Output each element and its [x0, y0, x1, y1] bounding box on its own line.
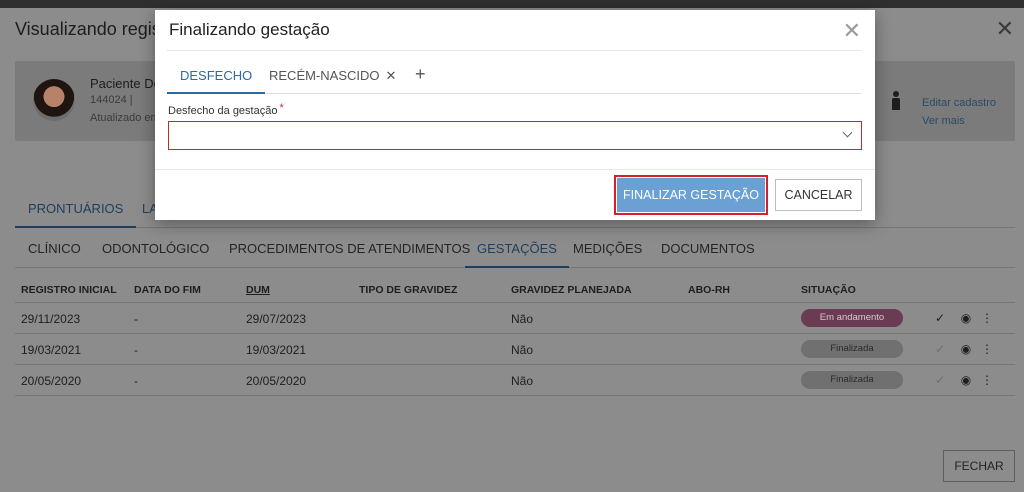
cell-registro-inicial: 19/03/2021: [21, 343, 82, 357]
more-icon[interactable]: ⋮: [980, 373, 994, 387]
cell-gravidez-planejada: Não: [511, 374, 534, 388]
col-abo-rh[interactable]: ABO-RH: [688, 284, 730, 296]
more-icon[interactable]: ⋮: [980, 311, 994, 325]
cell-data-do-fim: -: [134, 312, 138, 326]
desfecho-label: Desfecho da gestação *: [168, 102, 284, 117]
person-icon: [891, 91, 901, 111]
sub-tabs: CLÍNICO ODONTOLÓGICO PROCEDIMENTOS DE AT…: [15, 233, 1015, 268]
avatar: [33, 79, 75, 121]
dialog-close-icon[interactable]: ✕: [843, 20, 861, 42]
cell-registro-inicial: 29/11/2023: [21, 312, 81, 326]
col-gravidez-planejada[interactable]: GRAVIDEZ PLANEJADA: [511, 284, 632, 296]
finish-pregnancy-button[interactable]: FINALIZAR GESTAÇÃO: [617, 178, 765, 212]
tab-prontuarios[interactable]: PRONTUÁRIOS: [15, 193, 137, 228]
status-badge: Finalizada: [801, 371, 903, 389]
tab-procedimentos[interactable]: PROCEDIMENTOS DE ATENDIMENTOS: [217, 233, 482, 268]
row-actions: ✓ ◉ ⋮: [933, 373, 993, 387]
cell-dum: 19/03/2021: [246, 343, 307, 357]
table-row[interactable]: 29/11/2023 - 29/07/2023 Não Em andamento…: [15, 303, 1015, 334]
row-actions: ✓ ◉ ⋮: [933, 342, 993, 356]
row-actions: ✓ ◉ ⋮: [933, 311, 993, 325]
cell-data-do-fim: -: [134, 343, 138, 357]
see-more-link[interactable]: Ver mais: [922, 115, 965, 127]
col-tipo-de-gravidez[interactable]: TIPO DE GRAVIDEZ: [359, 284, 457, 296]
tab-odontologico[interactable]: ODONTOLÓGICO: [90, 233, 221, 268]
cell-gravidez-planejada: Não: [511, 343, 534, 357]
cell-dum: 29/07/2023: [246, 312, 307, 326]
page-close-icon[interactable]: ✕: [996, 18, 1014, 40]
close-button[interactable]: FECHAR: [943, 450, 1015, 482]
table-row[interactable]: 20/05/2020 - 20/05/2020 Não Finalizada ✓…: [15, 365, 1015, 396]
tab-clinico[interactable]: CLÍNICO: [16, 233, 93, 268]
eye-icon[interactable]: ◉: [959, 373, 973, 387]
desfecho-select[interactable]: [168, 121, 862, 150]
check-icon: ✓: [934, 342, 946, 356]
patient-updated: Atualizado em: [90, 112, 160, 124]
divider: [167, 50, 861, 51]
cell-dum: 20/05/2020: [246, 374, 307, 388]
col-data-do-fim[interactable]: DATA DO FIM: [134, 284, 201, 296]
tab-gestacoes[interactable]: GESTAÇÕES: [465, 233, 569, 268]
table-row[interactable]: 19/03/2021 - 19/03/2021 Não Finalizada ✓…: [15, 334, 1015, 365]
eye-icon[interactable]: ◉: [959, 311, 973, 325]
patient-id: 144024 |: [90, 94, 133, 106]
cancel-button[interactable]: CANCELAR: [775, 179, 862, 211]
col-situacao[interactable]: SITUAÇÃO: [801, 284, 856, 296]
cell-gravidez-planejada: Não: [511, 312, 534, 326]
tab-desfecho[interactable]: DESFECHO: [167, 62, 266, 94]
desfecho-label-text: Desfecho da gestação: [168, 105, 278, 117]
col-registro-inicial[interactable]: REGISTRO INICIAL: [21, 284, 117, 296]
col-dum[interactable]: DUM: [246, 284, 270, 296]
tab-documentos[interactable]: DOCUMENTOS: [649, 233, 767, 268]
close-tab-icon[interactable]: ✕: [386, 68, 397, 83]
add-tab-icon[interactable]: +: [415, 64, 426, 85]
chevron-down-icon: [842, 127, 853, 138]
top-strip: [0, 0, 1024, 8]
dialog-tabs: DESFECHO RECÉM-NASCIDO ✕ +: [167, 62, 861, 94]
dialog-title: Finalizando gestação: [169, 20, 330, 39]
tab-recem-nascido[interactable]: RECÉM-NASCIDO ✕: [256, 62, 409, 94]
tab-recem-nascido-label: RECÉM-NASCIDO: [269, 68, 380, 83]
status-badge: Finalizada: [801, 340, 903, 358]
divider: [155, 169, 875, 170]
pregnancies-table: REGISTRO INICIAL DATA DO FIM DUM TIPO DE…: [15, 278, 1015, 396]
finish-pregnancy-dialog: Finalizando gestação ✕ DESFECHO RECÉM-NA…: [155, 10, 875, 220]
edit-profile-link[interactable]: Editar cadastro: [922, 97, 996, 109]
cell-registro-inicial: 20/05/2020: [21, 374, 82, 388]
required-marker: *: [279, 102, 284, 114]
cell-data-do-fim: -: [134, 374, 138, 388]
eye-icon[interactable]: ◉: [959, 342, 973, 356]
check-icon[interactable]: ✓: [933, 311, 947, 325]
tab-medicoes[interactable]: MEDIÇÕES: [561, 233, 654, 268]
more-icon[interactable]: ⋮: [980, 342, 994, 356]
check-icon: ✓: [934, 373, 946, 387]
status-badge: Em andamento: [801, 309, 903, 327]
patient-name: Paciente De: [90, 76, 161, 91]
table-header: REGISTRO INICIAL DATA DO FIM DUM TIPO DE…: [15, 278, 1015, 303]
